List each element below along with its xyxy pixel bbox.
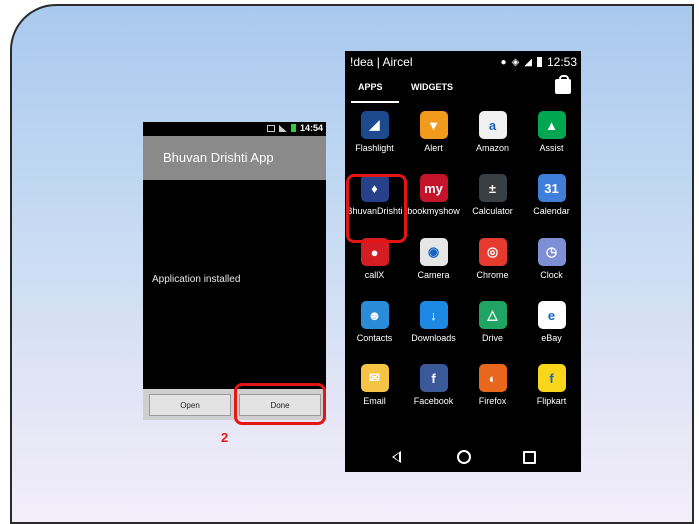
play-store-icon[interactable] bbox=[555, 75, 571, 94]
active-tab-indicator bbox=[351, 101, 399, 103]
app-label: Camera bbox=[417, 270, 450, 280]
ebay-icon: e bbox=[537, 301, 566, 329]
drive-icon: △ bbox=[478, 301, 507, 329]
app-label: Contacts bbox=[356, 333, 393, 343]
app-label: Calculator bbox=[472, 206, 513, 216]
status-bar: 14:54 bbox=[143, 122, 326, 136]
installer-screen: 14:54 Bhuvan Drishti App Application ins… bbox=[143, 122, 326, 420]
recents-icon[interactable] bbox=[523, 451, 536, 464]
clock-icon: ◷ bbox=[537, 238, 566, 266]
app-label: eBay bbox=[541, 333, 562, 343]
status-time: 14:54 bbox=[299, 123, 323, 133]
app-label: Flashlight bbox=[355, 143, 394, 153]
app-bookmyshow[interactable]: my bookmyshow bbox=[404, 174, 463, 217]
home-icon[interactable] bbox=[457, 450, 471, 464]
step-number: 2 bbox=[221, 430, 229, 445]
app-label: Firefox bbox=[478, 396, 507, 406]
flipkart-icon: f bbox=[537, 364, 566, 392]
app-label: Flipkart bbox=[536, 396, 567, 406]
status-time: 12:53 bbox=[546, 55, 577, 69]
drawer-tabs: APPS WIDGETS bbox=[345, 73, 581, 103]
carrier-label: !dea | Aircel bbox=[350, 55, 413, 69]
app-label: Amazon bbox=[475, 143, 510, 153]
tab-apps[interactable]: APPS bbox=[358, 82, 383, 92]
facebook-icon: f bbox=[419, 364, 448, 392]
battery-icon bbox=[290, 124, 296, 132]
app-drive[interactable]: △ Drive bbox=[463, 301, 522, 344]
assist-icon: ▲ bbox=[537, 111, 566, 139]
app-label: bookmyshow bbox=[407, 206, 460, 216]
app-callx[interactable]: ● callX bbox=[345, 238, 404, 281]
firefox-icon: ◐ bbox=[478, 364, 507, 392]
install-message: Application installed bbox=[152, 274, 241, 285]
app-flashlight[interactable]: ◢ Flashlight bbox=[345, 111, 404, 154]
app-drawer-screen: !dea | Aircel ● ◈ ◢ 12:53 APPS WIDGETS ◢… bbox=[345, 51, 581, 472]
tab-widgets[interactable]: WIDGETS bbox=[411, 82, 453, 92]
navigation-bar bbox=[345, 443, 581, 472]
app-facebook[interactable]: f Facebook bbox=[404, 364, 463, 407]
done-button-highlight bbox=[234, 383, 326, 425]
battery-icon bbox=[536, 57, 542, 67]
vibrate-icon: ◈ bbox=[511, 56, 520, 68]
app-label: Clock bbox=[540, 270, 563, 280]
app-label: Downloads bbox=[411, 333, 456, 343]
status-bar: !dea | Aircel ● ◈ ◢ 12:53 bbox=[345, 51, 581, 73]
app-calendar[interactable]: 31 Calendar bbox=[522, 174, 581, 217]
app-label: callX bbox=[364, 270, 385, 280]
app-amazon[interactable]: a Amazon bbox=[463, 111, 522, 154]
app-label: Drive bbox=[481, 333, 503, 343]
app-downloads[interactable]: ↓ Downloads bbox=[404, 301, 463, 344]
app-label: Chrome bbox=[476, 270, 509, 280]
app-label: Email bbox=[363, 396, 386, 406]
app-contacts[interactable]: ☻ Contacts bbox=[345, 301, 404, 344]
contacts-icon: ☻ bbox=[360, 301, 389, 329]
chrome-icon: ◎ bbox=[478, 238, 507, 266]
app-flipkart[interactable]: f Flipkart bbox=[522, 364, 581, 407]
app-alert[interactable]: ▼ Alert bbox=[404, 111, 463, 154]
email-icon: ✉ bbox=[360, 364, 389, 392]
app-firefox[interactable]: ◐ Firefox bbox=[463, 364, 522, 407]
downloads-icon: ↓ bbox=[419, 301, 448, 329]
screenshot-icon bbox=[266, 124, 275, 132]
app-label: Facebook bbox=[413, 396, 454, 406]
amazon-icon: a bbox=[478, 111, 507, 139]
app-label: Calendar bbox=[533, 206, 570, 216]
calculator-icon: ± bbox=[478, 174, 507, 202]
signal-icon bbox=[278, 124, 287, 132]
app-chrome[interactable]: ◎ Chrome bbox=[463, 238, 522, 281]
app-calculator[interactable]: ± Calculator bbox=[463, 174, 522, 217]
back-icon[interactable] bbox=[392, 451, 401, 463]
app-label: Assist bbox=[539, 143, 564, 153]
calendar-icon: 31 bbox=[537, 174, 566, 202]
bhuvan-drishti-highlight bbox=[346, 174, 407, 243]
app-ebay[interactable]: e eBay bbox=[522, 301, 581, 344]
app-label: Alert bbox=[424, 143, 443, 153]
app-assist[interactable]: ▲ Assist bbox=[522, 111, 581, 154]
camera-icon: ◉ bbox=[419, 238, 448, 266]
alert-icon: ▼ bbox=[419, 111, 448, 139]
bookmyshow-icon: my bbox=[419, 174, 448, 202]
signal-icon: ◢ bbox=[524, 56, 532, 68]
app-email[interactable]: ✉ Email bbox=[345, 364, 404, 407]
app-title: Bhuvan Drishti App bbox=[143, 136, 326, 180]
app-clock[interactable]: ◷ Clock bbox=[522, 238, 581, 281]
location-icon: ● bbox=[500, 56, 507, 68]
open-button[interactable]: Open bbox=[149, 394, 231, 416]
flashlight-icon: ◢ bbox=[360, 111, 389, 139]
app-camera[interactable]: ◉ Camera bbox=[404, 238, 463, 281]
